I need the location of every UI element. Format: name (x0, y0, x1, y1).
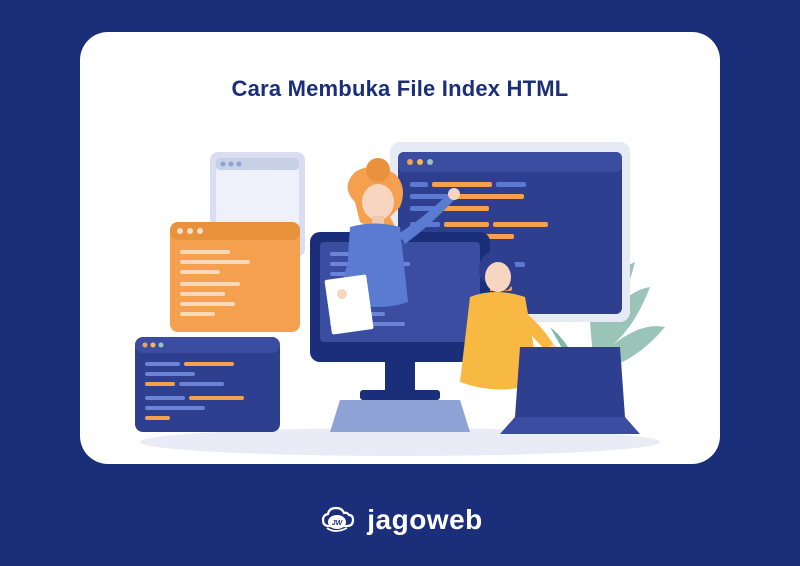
card-title: Cara Membuka File Index HTML (80, 76, 720, 102)
svg-text:JW: JW (332, 520, 344, 527)
browser-window-left (170, 222, 300, 332)
brand-name: jagoweb (367, 504, 483, 536)
cloud-badge-icon: JW (317, 504, 357, 536)
coding-illustration (80, 122, 720, 464)
terminal-window (135, 337, 280, 432)
content-card: Cara Membuka File Index HTML (80, 32, 720, 464)
laptop (500, 347, 640, 434)
hero-illustration (80, 122, 720, 464)
brand-footer: JW jagoweb (0, 504, 800, 536)
